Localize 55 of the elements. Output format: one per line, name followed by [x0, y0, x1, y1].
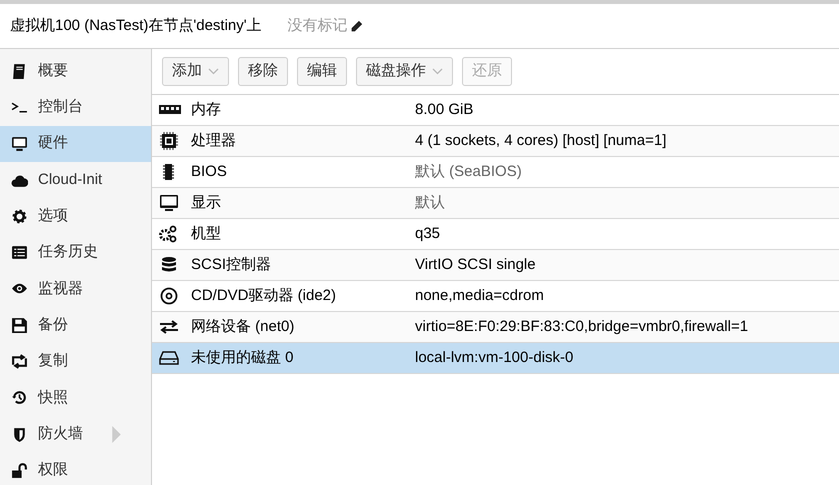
hardware-name: 处理器	[191, 130, 237, 151]
sidebar-item[interactable]: 控制台	[0, 89, 151, 126]
loop-arrows-icon	[11, 353, 28, 370]
sidebar-item[interactable]: 防火墙	[0, 416, 151, 452]
window-title: 虚拟机100 (NasTest)在节点'destiny'上	[10, 16, 262, 36]
toolbar-button[interactable]: 编辑	[297, 57, 347, 86]
hardware-value: none,media=cdrom	[415, 286, 544, 306]
table-row[interactable]: 网络设备 (net0) virtio=8E:F0:29:BF:83:C0,bridge=vmbr0,firewall=1	[152, 312, 839, 343]
sidebar-item[interactable]: 硬件	[0, 126, 151, 162]
shield-icon	[11, 426, 28, 443]
tags-label: 没有标记	[288, 16, 348, 36]
hardware-value: local-lvm:vm-100-disk-0	[415, 348, 574, 368]
table-row[interactable]: 显示 默认	[152, 188, 839, 219]
sidebar-item[interactable]: 选项	[0, 198, 151, 234]
hard-drive-icon	[157, 349, 181, 367]
table-row[interactable]: 未使用的磁盘 0 local-lvm:vm-100-disk-0	[152, 343, 839, 374]
list-icon	[11, 244, 28, 262]
table-row[interactable]: 处理器 4 (1 sockets, 4 cores) [host] [numa=1]	[152, 126, 839, 157]
hardware-name: SCSI控制器	[191, 254, 272, 275]
floppy-icon	[11, 316, 28, 334]
sidebar-item[interactable]: 复制	[0, 343, 151, 380]
sidebar-item[interactable]: 备份	[0, 307, 151, 344]
hardware-value: 默认	[415, 192, 445, 213]
hardware-value: VirtIO SCSI single	[415, 254, 536, 275]
toolbar-button[interactable]: 添加	[162, 57, 229, 86]
hardware-name: 网络设备 (net0)	[191, 316, 296, 337]
toolbar-button[interactable]: 磁盘操作	[356, 57, 453, 86]
hardware-value: 默认 (SeaBIOS)	[415, 162, 522, 182]
book-icon	[11, 62, 28, 80]
hardware-value: q35	[415, 224, 440, 244]
monitor-icon	[157, 194, 181, 212]
hardware-name: BIOS	[191, 162, 228, 182]
toolbar-button[interactable]: 移除	[238, 57, 288, 86]
sidebar-item[interactable]: 概要	[0, 53, 151, 90]
hardware-name: 机型	[191, 224, 222, 244]
sidebar-item[interactable]: 任务历史	[0, 234, 151, 271]
hardware-name: CD/DVD驱动器 (ide2)	[191, 286, 338, 306]
sidebar-item[interactable]: 权限	[0, 452, 151, 485]
history-icon	[11, 389, 28, 406]
sidebar-item[interactable]: Cloud-Init	[0, 162, 151, 198]
chip-icon	[157, 132, 181, 150]
pencil-icon[interactable]	[350, 20, 363, 32]
sidebar-item[interactable]: 快照	[0, 380, 151, 416]
sidebar-item[interactable]: 监视器	[0, 270, 151, 308]
hardware-value: 4 (1 sockets, 4 cores) [host] [numa=1]	[415, 130, 666, 151]
hardware-name: 未使用的磁盘 0	[191, 348, 295, 368]
hardware-name: 显示	[191, 192, 222, 213]
hardware-value: 8.00 GiB	[415, 100, 474, 120]
hardware-name: 内存	[191, 100, 222, 120]
table-row[interactable]: SCSI控制器 VirtIO SCSI single	[152, 250, 839, 281]
hardware-value: virtio=8E:F0:29:BF:83:C0,bridge=vmbr0,firewall=1	[415, 316, 748, 337]
exchange-icon	[157, 318, 181, 336]
monitor-icon	[11, 135, 28, 152]
gear-icon	[11, 208, 28, 225]
unlocked-icon	[11, 462, 28, 479]
